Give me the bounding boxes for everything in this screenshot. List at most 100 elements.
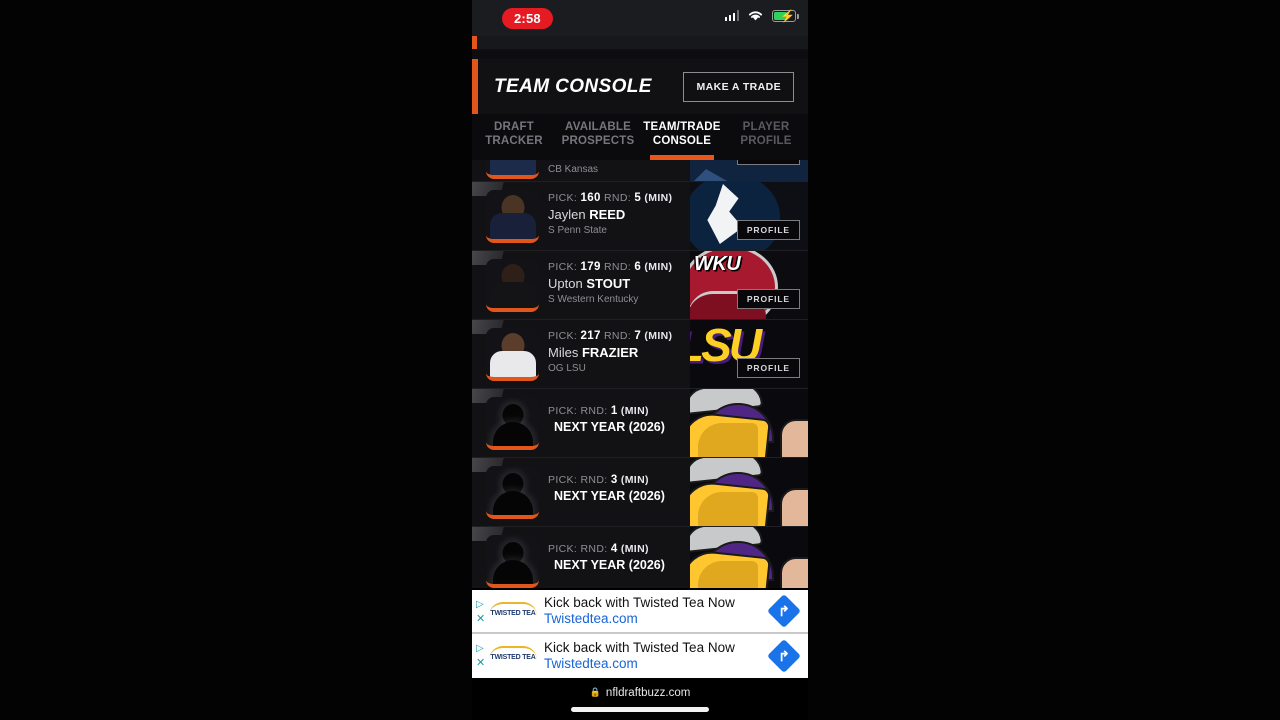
table-row[interactable]: PICK: RND: 4 (MIN) NEXT YEAR (2026) [472,527,808,588]
tab-available-prospects[interactable]: AVAILABLE PROSPECTS [556,115,640,160]
battery-charging-icon: ⚡ [772,9,799,22]
phone-viewport: 2:58 ⚡ TEAM CONSOLE MAKE A TRADE DRAFT T… [472,0,808,720]
tab-label-line2: PROFILE [740,135,792,148]
next-year-label: NEXT YEAR (2026) [554,558,665,572]
site-top-strip [472,36,808,50]
profile-button[interactable]: PROFILE [736,220,800,240]
pick-label: PICK: [548,330,578,342]
next-year-label: NEXT YEAR (2026) [554,489,665,503]
table-row[interactable]: PICK: RND: 3 (MIN) NEXT YEAR (2026) [472,458,808,527]
ad-banner[interactable]: ▷ ✕ TWISTED TEA Kick back with Twisted T… [472,590,808,634]
team-abbrev: (MIN) [620,405,649,417]
round-number: 6 [634,261,642,273]
tab-label-line1: DRAFT [494,121,534,133]
player-photo [486,160,539,179]
tab-team-trade-console[interactable]: TEAM/TRADE CONSOLE [640,115,724,160]
browser-bottom-bar: 🔒 nfldraftbuzz.com [472,678,808,720]
position-school: OG LSU [548,363,586,374]
player-photo-placeholder [486,466,539,519]
pick-number: 179 [580,261,601,273]
address-bar[interactable]: 🔒 nfldraftbuzz.com [590,687,691,699]
make-a-trade-button[interactable]: MAKE A TRADE [683,71,794,102]
round-number: 5 [634,192,642,204]
team-abbrev: (MIN) [644,261,673,273]
pick-number: 217 [580,330,601,342]
player-first-name: Jaylen [548,207,586,222]
directions-arrow-icon[interactable]: ↱ [767,594,801,628]
table-row[interactable]: PICK: 179 RND: 6 (MIN) Upton STOUT S Wes… [472,251,808,320]
cellular-bars-icon [724,10,739,21]
round-label: RND: [580,474,608,486]
team-logo-area [690,458,808,526]
team-logo-area [690,389,808,457]
close-icon[interactable]: ✕ [476,614,485,625]
pick-label: PICK: [548,261,578,273]
tab-label-line2: CONSOLE [652,135,712,148]
player-last-name: STOUT [586,276,631,291]
screen: PICK: 179 Upton STOUT S Western Kentucky… [0,0,1280,720]
pick-number: 160 [580,192,601,204]
wifi-icon [748,11,763,21]
round-label: RND: [604,330,632,342]
team-logo-area [690,527,808,588]
pick-meta: PICK: 160 RND: 5 (MIN) Jaylen REED S Pen… [548,192,688,236]
pick-label: PICK: [548,543,578,555]
table-row[interactable]: PICK: 160 RND: 5 (MIN) Jaylen REED S Pen… [472,182,808,251]
directions-arrow-icon[interactable]: ↱ [767,639,801,673]
pick-meta: PICK: RND: 4 (MIN) NEXT YEAR (2026) [548,543,688,572]
ad-banner[interactable]: ▷ ✕ TWISTED TEA Kick back with Twisted T… [472,634,808,678]
player-photo [486,328,539,381]
player-photo-placeholder [486,535,539,588]
pick-label: PICK: [548,405,578,417]
team-abbrev: (MIN) [620,474,649,486]
lock-icon: 🔒 [589,687,601,697]
home-indicator[interactable] [571,706,709,712]
draft-timer-badge: 2:58 [502,8,553,29]
pick-meta: PICK: RND: 1 (MIN) NEXT YEAR (2026) [548,405,688,434]
player-first-name: Miles [548,345,579,360]
console-header: TEAM CONSOLE MAKE A TRADE [472,59,808,115]
page-title: TEAM CONSOLE [494,75,652,97]
tab-label-line1: TEAM/TRADE [643,121,721,133]
adchoices-icon[interactable]: ▷ [476,599,484,610]
table-row[interactable]: PICK: RND: 1 (MIN) NEXT YEAR (2026) [472,389,808,458]
round-number: 1 [610,405,618,417]
team-abbrev: (MIN) [644,330,673,342]
table-row[interactable]: CB Kansas PROFILE [472,160,808,182]
position-school: CB Kansas [548,164,599,175]
status-bar: 2:58 ⚡ [472,0,808,36]
player-photo-placeholder [486,397,539,450]
player-last-name: REED [589,207,626,222]
ad-headline: Kick back with Twisted Tea Now [544,640,735,656]
position-school: S Penn State [548,225,607,236]
profile-button[interactable]: PROFILE [736,160,800,165]
player-last-name: FRAZIER [581,345,639,360]
player-photo [486,259,539,312]
close-icon[interactable]: ✕ [476,658,485,669]
tab-player-profile[interactable]: PLAYER PROFILE [724,115,808,160]
tab-bar: DRAFT TRACKER AVAILABLE PROSPECTS TEAM/T… [472,115,808,160]
advertiser-logo: TWISTED TEA [489,646,537,667]
pick-label: PICK: [548,192,578,204]
team-pick-list[interactable]: CB Kansas PROFILE PICK: 160 RND: [472,160,808,588]
url-text: nfldraftbuzz.com [605,686,691,699]
tab-label-line2: TRACKER [485,135,543,148]
pick-meta: PICK: 217 RND: 7 (MIN) Miles FRAZIER OG … [548,330,688,374]
ad-stack: ▷ ✕ TWISTED TEA Kick back with Twisted T… [472,590,808,678]
ad-url[interactable]: Twistedtea.com [544,611,735,627]
round-label: RND: [604,192,632,204]
profile-button[interactable]: PROFILE [736,358,800,378]
system-icons: ⚡ [724,9,799,22]
round-number: 4 [610,543,618,555]
tab-label-line2: PROSPECTS [561,135,635,148]
ad-url[interactable]: Twistedtea.com [544,656,735,672]
site-gap-strip [472,50,808,59]
pick-label: PICK: [548,474,578,486]
table-row[interactable]: PICK: 217 RND: 7 (MIN) Miles FRAZIER OG … [472,320,808,389]
adchoices-icon[interactable]: ▷ [476,643,484,654]
round-label: RND: [580,543,608,555]
tab-draft-tracker[interactable]: DRAFT TRACKER [472,115,556,160]
player-photo [486,190,539,243]
next-year-label: NEXT YEAR (2026) [554,420,665,434]
profile-button[interactable]: PROFILE [736,289,800,309]
